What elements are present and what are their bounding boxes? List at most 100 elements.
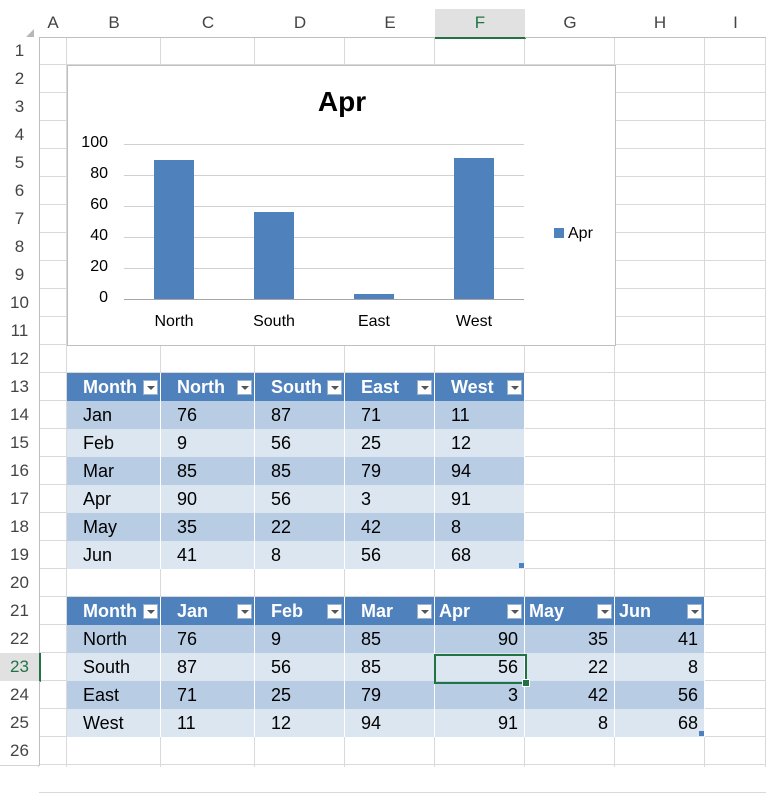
row-header-21[interactable]: 21 bbox=[0, 597, 40, 626]
row-header-19[interactable]: 19 bbox=[0, 541, 40, 570]
table1-cell[interactable]: 87 bbox=[255, 401, 345, 429]
table2-header-mar[interactable]: Mar bbox=[345, 597, 435, 625]
table2-filter-dropdown-icon[interactable] bbox=[597, 604, 612, 619]
row-header-7[interactable]: 7 bbox=[0, 205, 40, 234]
column-header-C[interactable]: C bbox=[161, 9, 256, 38]
table1-cell[interactable]: 22 bbox=[255, 513, 345, 541]
column-header-F[interactable]: F bbox=[435, 9, 526, 39]
row-header-20[interactable]: 20 bbox=[0, 569, 40, 598]
table1-cell[interactable]: 71 bbox=[345, 401, 435, 429]
row-header-11[interactable]: 11 bbox=[0, 317, 40, 346]
column-header-D[interactable]: D bbox=[255, 9, 346, 38]
table1-cell[interactable]: Apr bbox=[67, 485, 161, 513]
row-header-5[interactable]: 5 bbox=[0, 149, 40, 178]
table2-cell[interactable]: North bbox=[67, 625, 161, 653]
row-header-25[interactable]: 25 bbox=[0, 709, 40, 738]
row-header-22[interactable]: 22 bbox=[0, 625, 40, 654]
row-header-6[interactable]: 6 bbox=[0, 177, 40, 206]
row-header-2[interactable]: 2 bbox=[0, 65, 40, 94]
column-header-B[interactable]: B bbox=[67, 9, 162, 38]
row-header-4[interactable]: 4 bbox=[0, 121, 40, 150]
table1-cell[interactable]: May bbox=[67, 513, 161, 541]
bar-south[interactable] bbox=[254, 212, 294, 299]
column-header-H[interactable]: H bbox=[615, 9, 706, 38]
row-header-8[interactable]: 8 bbox=[0, 233, 40, 262]
column-header-I[interactable]: I bbox=[705, 9, 766, 38]
table1-cell[interactable]: 41 bbox=[161, 541, 255, 569]
table1-cell[interactable]: Feb bbox=[67, 429, 161, 457]
table1-filter-dropdown-icon[interactable] bbox=[143, 380, 158, 395]
row-header-24[interactable]: 24 bbox=[0, 681, 40, 710]
table1-cell[interactable]: 25 bbox=[345, 429, 435, 457]
fill-handle[interactable] bbox=[522, 679, 530, 687]
row-header-9[interactable]: 9 bbox=[0, 261, 40, 290]
table1-cell[interactable]: 91 bbox=[435, 485, 525, 513]
table1-cell[interactable]: 56 bbox=[255, 485, 345, 513]
table1-filter-dropdown-icon[interactable] bbox=[507, 380, 522, 395]
row-header-1[interactable]: 1 bbox=[0, 37, 40, 66]
table1-cell[interactable]: 68 bbox=[435, 541, 525, 569]
table2-cell[interactable]: 85 bbox=[345, 625, 435, 653]
table1-cell[interactable]: 8 bbox=[435, 513, 525, 541]
table1-filter-dropdown-icon[interactable] bbox=[237, 380, 252, 395]
row-header-12[interactable]: 12 bbox=[0, 345, 40, 374]
table2-cell[interactable]: 91 bbox=[435, 709, 525, 737]
table2-filter-dropdown-icon[interactable] bbox=[417, 604, 432, 619]
table2-resize-handle[interactable] bbox=[699, 731, 704, 736]
table1-header-south[interactable]: South bbox=[255, 373, 345, 401]
table1-cell[interactable]: 42 bbox=[345, 513, 435, 541]
table2-cell[interactable]: 79 bbox=[345, 681, 435, 709]
table2-cell[interactable]: 9 bbox=[255, 625, 345, 653]
row-header-18[interactable]: 18 bbox=[0, 513, 40, 542]
table1-resize-handle[interactable] bbox=[519, 563, 524, 568]
bar-east[interactable] bbox=[354, 294, 394, 299]
table2-cell[interactable]: 8 bbox=[615, 653, 705, 681]
table2-cell[interactable]: 90 bbox=[435, 625, 525, 653]
row-header-15[interactable]: 15 bbox=[0, 429, 40, 458]
table2-cell[interactable]: 41 bbox=[615, 625, 705, 653]
table1-header-east[interactable]: East bbox=[345, 373, 435, 401]
table2-filter-dropdown-icon[interactable] bbox=[507, 604, 522, 619]
table2-cell[interactable]: 68 bbox=[615, 709, 705, 737]
table1-header-month[interactable]: Month bbox=[67, 373, 161, 401]
row-header-26[interactable]: 26 bbox=[0, 737, 40, 766]
table2-cell[interactable]: South bbox=[67, 653, 161, 681]
column-header-G[interactable]: G bbox=[525, 9, 616, 38]
table1-cell[interactable]: 94 bbox=[435, 457, 525, 485]
bar-north[interactable] bbox=[154, 159, 194, 299]
table2-cell[interactable]: 11 bbox=[161, 709, 255, 737]
table2-header-jan[interactable]: Jan bbox=[161, 597, 255, 625]
table2-cell[interactable]: 22 bbox=[525, 653, 615, 681]
table2-cell[interactable]: West bbox=[67, 709, 161, 737]
select-all-corner[interactable] bbox=[0, 9, 40, 41]
table2-cell[interactable]: 12 bbox=[255, 709, 345, 737]
table1-header-north[interactable]: North bbox=[161, 373, 255, 401]
table2-filter-dropdown-icon[interactable] bbox=[237, 604, 252, 619]
table1-cell[interactable]: Mar bbox=[67, 457, 161, 485]
row-header-23[interactable]: 23 bbox=[0, 653, 41, 682]
table2-filter-dropdown-icon[interactable] bbox=[687, 604, 702, 619]
column-header-E[interactable]: E bbox=[345, 9, 436, 38]
table1-cell[interactable]: 12 bbox=[435, 429, 525, 457]
table2-cell[interactable]: East bbox=[67, 681, 161, 709]
table2-filter-dropdown-icon[interactable] bbox=[327, 604, 342, 619]
table1-cell[interactable]: 85 bbox=[161, 457, 255, 485]
table2-cell[interactable]: 35 bbox=[525, 625, 615, 653]
row-header-10[interactable]: 10 bbox=[0, 289, 40, 318]
table2-cell[interactable]: 56 bbox=[615, 681, 705, 709]
table1-cell[interactable]: 56 bbox=[255, 429, 345, 457]
table2-cell[interactable]: 71 bbox=[161, 681, 255, 709]
table2-cell[interactable]: 42 bbox=[525, 681, 615, 709]
table2-header-feb[interactable]: Feb bbox=[255, 597, 345, 625]
row-header-16[interactable]: 16 bbox=[0, 457, 40, 486]
table1-cell[interactable]: 85 bbox=[255, 457, 345, 485]
table1-cell[interactable]: 90 bbox=[161, 485, 255, 513]
table1-cell[interactable]: 79 bbox=[345, 457, 435, 485]
table1-filter-dropdown-icon[interactable] bbox=[327, 380, 342, 395]
table1-cell[interactable]: 9 bbox=[161, 429, 255, 457]
table1-cell[interactable]: 76 bbox=[161, 401, 255, 429]
table1-filter-dropdown-icon[interactable] bbox=[417, 380, 432, 395]
table2-cell[interactable]: 87 bbox=[161, 653, 255, 681]
table2-cell[interactable]: 25 bbox=[255, 681, 345, 709]
table2-cell[interactable]: 8 bbox=[525, 709, 615, 737]
